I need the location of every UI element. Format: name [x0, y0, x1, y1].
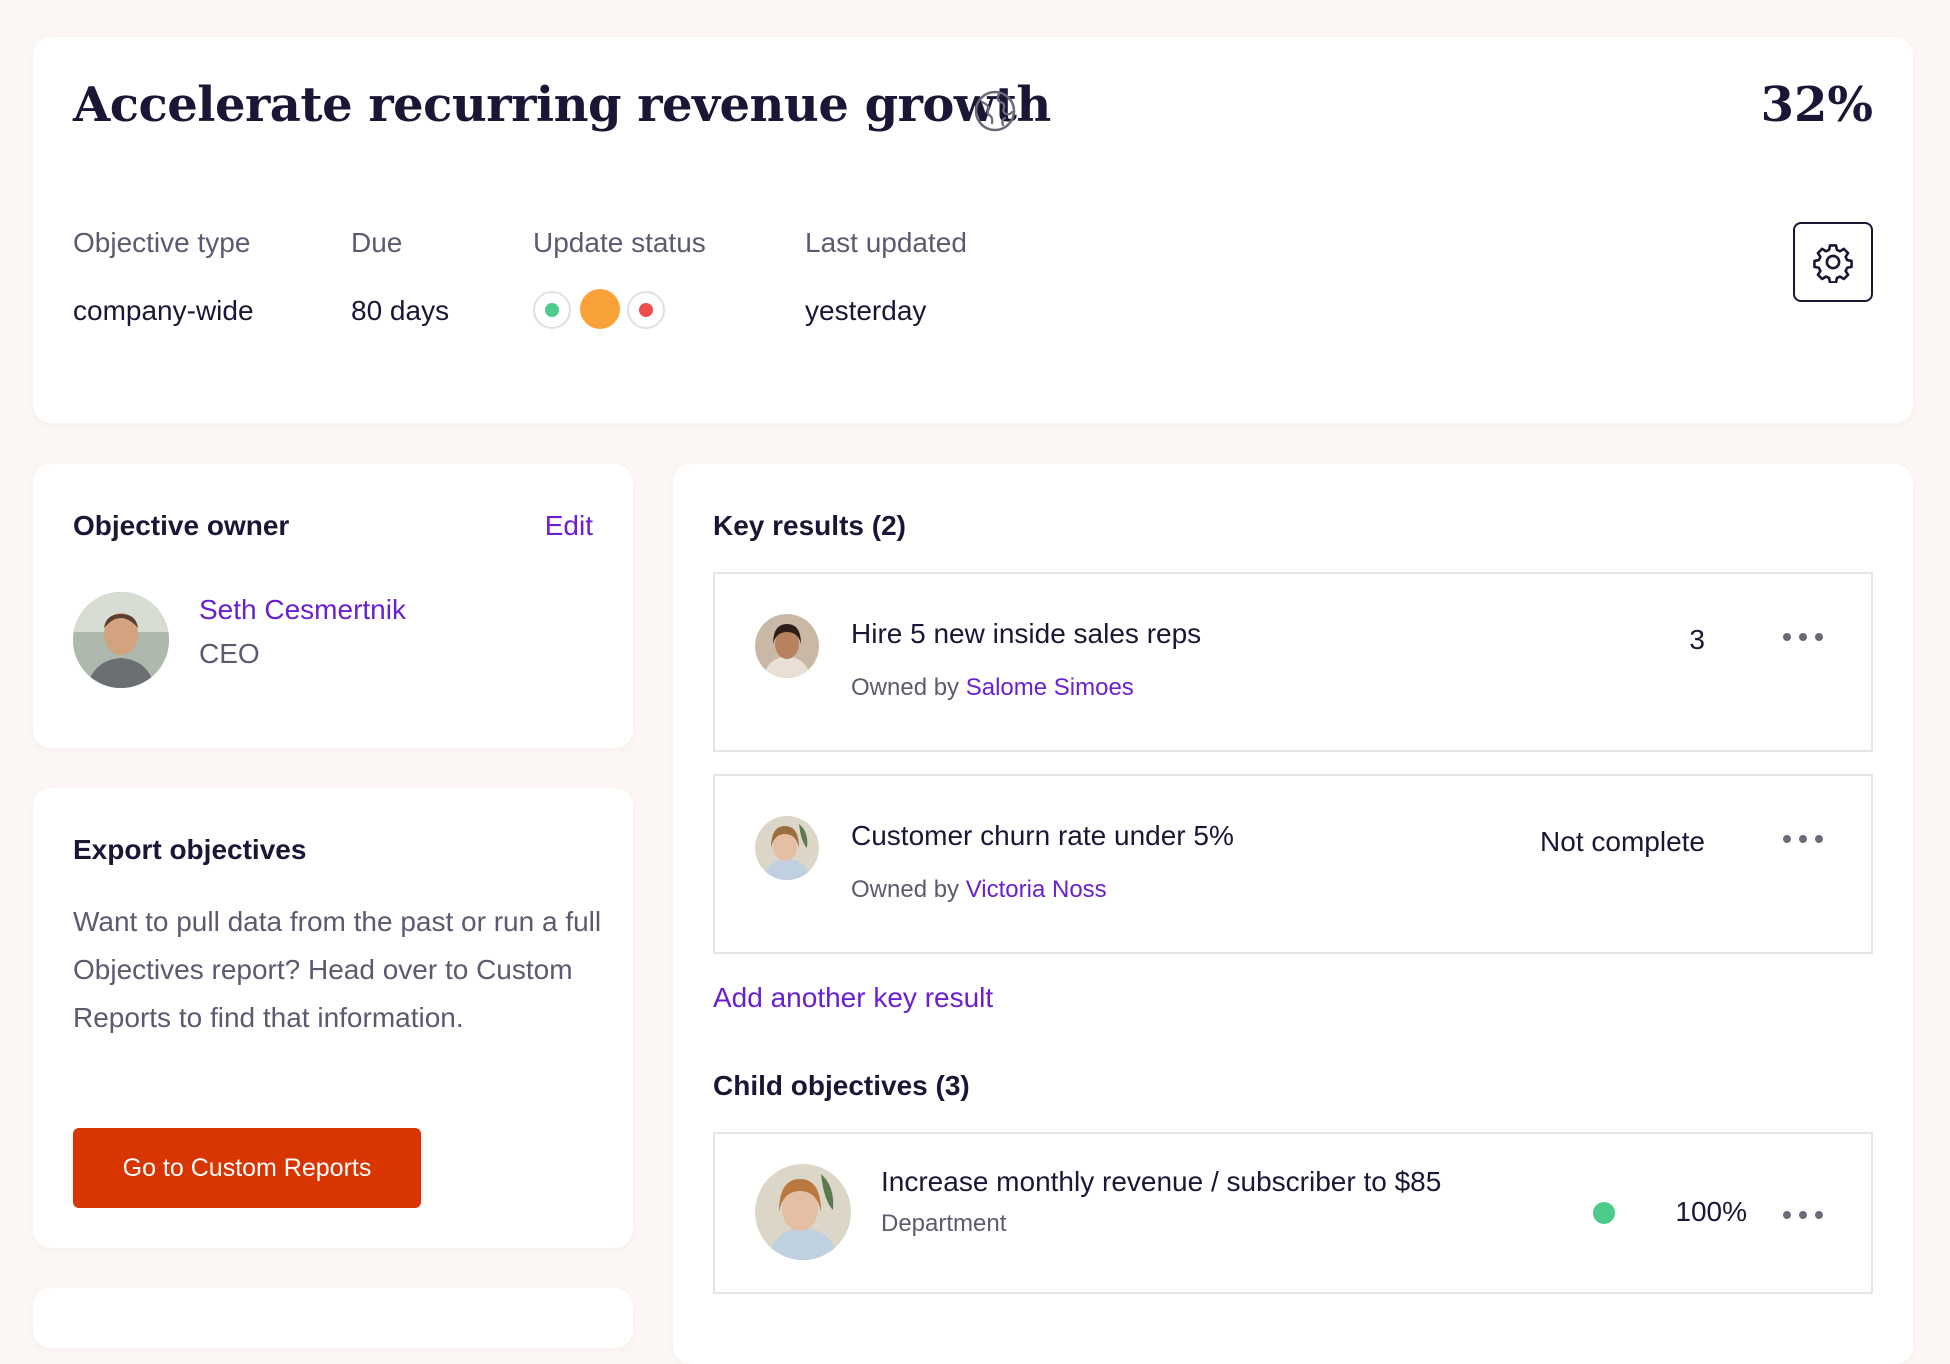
objective-type-label: Objective type: [73, 227, 251, 258]
child-objective-title[interactable]: Increase monthly revenue / subscriber to…: [881, 1166, 1441, 1198]
more-options-icon[interactable]: [1783, 630, 1823, 644]
gear-icon: [1813, 244, 1853, 283]
child-objectives-heading: Child objectives (3): [713, 1070, 970, 1101]
avatar: [755, 1164, 851, 1260]
objective-details-card: Key results (2) Hire 5 new inside sales …: [673, 464, 1913, 1364]
avatar[interactable]: [73, 592, 169, 688]
key-result-row[interactable]: Hire 5 new inside sales reps Owned by Sa…: [713, 572, 1873, 752]
objective-owner-card: Objective owner Edit Seth Cesmertnik CEO: [33, 464, 633, 748]
export-objectives-card: Export objectives Want to pull data from…: [33, 788, 633, 1248]
globe-icon[interactable]: [973, 89, 1017, 133]
objective-type-value: company-wide: [73, 295, 254, 326]
status-dot-red[interactable]: [627, 291, 665, 329]
update-status-label: Update status: [533, 227, 706, 258]
avatar: [755, 816, 819, 880]
child-objective-row[interactable]: Increase monthly revenue / subscriber to…: [713, 1132, 1873, 1294]
key-result-value[interactable]: Not complete: [1540, 826, 1705, 858]
key-result-title[interactable]: Hire 5 new inside sales reps: [851, 618, 1201, 650]
add-key-result-link[interactable]: Add another key result: [713, 982, 993, 1014]
status-dot-orange-selected[interactable]: [580, 289, 620, 329]
next-sidebar-card: [33, 1288, 633, 1348]
objective-owner-heading: Objective owner: [73, 510, 290, 541]
owner-name-link[interactable]: Seth Cesmertnik: [199, 594, 406, 626]
objective-title: Accelerate recurring revenue growth: [73, 77, 1051, 133]
go-to-custom-reports-button[interactable]: Go to Custom Reports: [73, 1128, 421, 1208]
more-options-icon[interactable]: [1783, 832, 1823, 846]
key-results-heading: Key results (2): [713, 510, 906, 541]
due-label: Due: [351, 227, 403, 258]
objective-header-card: Accelerate recurring revenue growth 32% …: [33, 37, 1913, 423]
export-description: Want to pull data from the past or run a…: [73, 906, 602, 1033]
more-options-icon[interactable]: [1783, 1208, 1823, 1222]
export-objectives-heading: Export objectives: [73, 834, 307, 865]
child-objective-type: Department: [881, 1210, 1007, 1237]
status-dot-green[interactable]: [533, 291, 571, 329]
key-result-owner: Owned by Salome Simoes: [851, 674, 1134, 702]
owned-by-prefix: Owned by: [851, 876, 966, 903]
key-result-row[interactable]: Customer churn rate under 5% Owned by Vi…: [713, 774, 1873, 954]
due-value: 80 days: [351, 295, 450, 326]
owner-role: CEO: [199, 638, 260, 669]
status-dot: [1593, 1202, 1615, 1224]
key-result-owner-link[interactable]: Salome Simoes: [966, 674, 1134, 701]
settings-button[interactable]: [1793, 222, 1873, 302]
child-objective-progress: 100%: [1675, 1196, 1747, 1227]
key-result-owner: Owned by Victoria Noss: [851, 876, 1107, 904]
avatar: [755, 614, 819, 678]
owned-by-prefix: Owned by: [851, 674, 966, 701]
key-result-title[interactable]: Customer churn rate under 5%: [851, 820, 1234, 852]
key-result-owner-link[interactable]: Victoria Noss: [966, 876, 1107, 903]
last-updated-value: yesterday: [805, 295, 927, 326]
objective-progress: 32%: [1760, 77, 1873, 133]
edit-owner-link[interactable]: Edit: [545, 510, 593, 542]
last-updated-label: Last updated: [805, 227, 967, 258]
key-result-value[interactable]: 3: [1689, 624, 1705, 656]
